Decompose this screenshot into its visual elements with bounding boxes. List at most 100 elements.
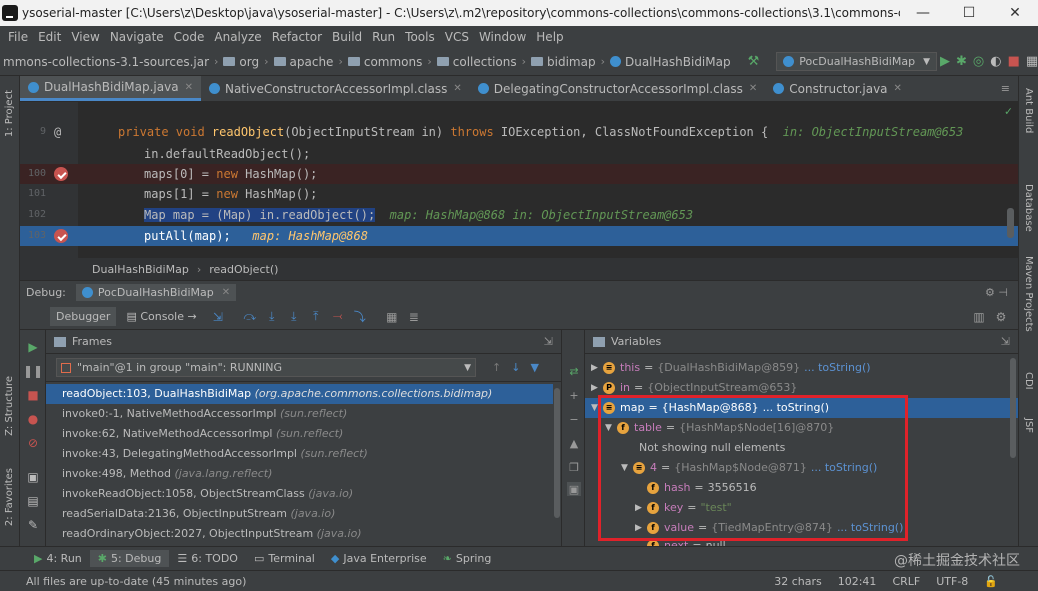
- add-icon[interactable]: +: [567, 388, 581, 402]
- nav-crumb-jar[interactable]: mmons-collections-3.1-sources.jar: [0, 55, 212, 69]
- debug-icon[interactable]: ✱: [956, 54, 967, 70]
- frame-item[interactable]: readObject:103, DualHashBidiMap (org.apa…: [46, 384, 553, 404]
- jsf-tool-tab[interactable]: JSF: [1023, 418, 1034, 433]
- variable-row[interactable]: f hash = 3556516: [647, 478, 757, 498]
- menu-build[interactable]: Build: [327, 30, 367, 44]
- debug-tool-tab[interactable]: ✱ 5: Debug: [89, 550, 170, 567]
- menu-refactor[interactable]: Refactor: [267, 30, 327, 44]
- menu-window[interactable]: Window: [474, 30, 531, 44]
- line-separator[interactable]: CRLF: [884, 575, 928, 588]
- trace-icon[interactable]: ≣: [407, 310, 421, 324]
- settings-icon[interactable]: ▤: [26, 494, 40, 508]
- debugger-subtab[interactable]: Debugger: [50, 307, 117, 326]
- spring-tool-tab[interactable]: ❧ Spring: [435, 550, 500, 567]
- drop-frame-icon[interactable]: ⤙: [331, 309, 345, 324]
- nav-crumb-bidimap[interactable]: bidimap: [528, 55, 599, 69]
- variable-row[interactable]: ▶ f key = "test": [635, 498, 732, 518]
- ant-build-tool-tab[interactable]: Ant Build: [1023, 88, 1034, 133]
- show-watches-icon[interactable]: ▣: [567, 482, 581, 496]
- debug-session-tab[interactable]: PocDualHashBidiMap ✕: [75, 284, 237, 301]
- stop-icon[interactable]: ■: [1008, 54, 1020, 70]
- maximize-button[interactable]: ☐: [946, 0, 992, 26]
- caret-position[interactable]: 102:41: [830, 575, 885, 588]
- pin-icon[interactable]: ✎: [26, 518, 40, 532]
- nav-crumb-collections[interactable]: collections: [434, 55, 520, 69]
- mute-breakpoints-icon[interactable]: ⊘: [26, 436, 40, 450]
- profile-icon[interactable]: ◐: [990, 54, 1001, 70]
- favorites-tool-tab[interactable]: 2: Favorites: [4, 468, 15, 526]
- frame-item[interactable]: invoke:62, NativeMethodAccessorImpl (sun…: [46, 424, 553, 444]
- menu-tools[interactable]: Tools: [400, 30, 440, 44]
- scrollbar-thumb[interactable]: [1010, 358, 1016, 458]
- menu-vcs[interactable]: VCS: [440, 30, 474, 44]
- lock-icon[interactable]: 🔓: [976, 575, 1038, 588]
- code-line[interactable]: 101 maps[1] = new HashMap();: [20, 184, 1018, 204]
- variable-row[interactable]: ▶ f value = {TiedMapEntry@874} ... toString…: [635, 518, 903, 538]
- expand-arrow-icon[interactable]: ▶: [591, 358, 603, 378]
- variable-row[interactable]: ▶ P in = {ObjectInputStream@653}: [591, 378, 797, 398]
- run-to-cursor-icon[interactable]: ⤵: [353, 310, 367, 324]
- frame-item[interactable]: readOrdinaryObject:2027, ObjectInputStre…: [46, 524, 553, 544]
- frame-item[interactable]: invoke:43, DelegatingMethodAccessorImpl …: [46, 444, 553, 464]
- menu-code[interactable]: Code: [169, 30, 210, 44]
- coverage-icon[interactable]: ◎: [973, 54, 984, 70]
- get-thread-dump-icon[interactable]: ▣: [26, 470, 40, 484]
- menu-navigate[interactable]: Navigate: [105, 30, 169, 44]
- close-icon[interactable]: ✕: [222, 287, 230, 298]
- menu-run[interactable]: Run: [367, 30, 400, 44]
- cdi-tool-tab[interactable]: CDI: [1023, 372, 1034, 390]
- new-watch-icon[interactable]: ⇄: [567, 364, 581, 378]
- run-icon[interactable]: ▶: [940, 54, 950, 70]
- project-structure-icon[interactable]: ▦: [1026, 54, 1038, 70]
- expand-arrow-icon[interactable]: ▶: [635, 498, 647, 518]
- variable-row[interactable]: ▼ f table = {HashMap$Node[16]@870}: [605, 418, 834, 438]
- view-breakpoints-icon[interactable]: ●: [26, 412, 40, 426]
- editor-tab-delegatingconstructor[interactable]: DelegatingConstructorAccessorImpl.class …: [470, 76, 766, 101]
- code-editor[interactable]: 9 @ private void readObject(ObjectInputS…: [20, 102, 1018, 258]
- maven-projects-tool-tab[interactable]: Maven Projects: [1023, 256, 1034, 332]
- resume-icon[interactable]: ▶: [26, 340, 40, 354]
- breakpoint-icon[interactable]: [54, 229, 68, 243]
- nav-crumb-org[interactable]: org: [220, 55, 262, 69]
- override-marker-icon[interactable]: @: [54, 122, 61, 142]
- gear-icon[interactable]: ⚙ ⊣: [985, 286, 1008, 299]
- to-string-link[interactable]: ... toString(): [763, 398, 829, 418]
- collapse-arrow-icon[interactable]: ▼: [621, 458, 633, 478]
- restore-layout-icon[interactable]: ▥: [972, 310, 986, 324]
- close-button[interactable]: ✕: [992, 0, 1038, 26]
- remove-icon[interactable]: −: [567, 412, 581, 426]
- tab-list-icon[interactable]: ≡: [1001, 82, 1010, 95]
- code-line[interactable]: 9 @ private void readObject(ObjectInputS…: [20, 122, 1018, 142]
- editor-tab-constructor[interactable]: Constructor.java ✕: [765, 76, 910, 101]
- breakpoint-icon[interactable]: [54, 167, 68, 181]
- frame-item[interactable]: readSerialData:2136, ObjectInputStream (…: [46, 504, 553, 524]
- todo-tool-tab[interactable]: ☰ 6: TODO: [169, 550, 246, 567]
- frame-item[interactable]: invoke0:-1, NativeMethodAccessorImpl (su…: [46, 404, 553, 424]
- variable-row[interactable]: f next = null: [647, 536, 726, 546]
- code-line[interactable]: 102 Map map = (Map) in.readObject(); map…: [20, 205, 1018, 225]
- menu-file[interactable]: File: [3, 30, 33, 44]
- close-icon[interactable]: ✕: [453, 83, 461, 94]
- step-out-icon[interactable]: ⤒: [309, 309, 323, 324]
- structure-tool-tab[interactable]: Z: Structure: [4, 376, 15, 436]
- pin-panel-icon[interactable]: ⇲: [1001, 335, 1010, 348]
- run-configuration-select[interactable]: PocDualHashBidiMap ▼: [776, 52, 937, 71]
- arrow-up-icon[interactable]: ↑: [492, 361, 501, 374]
- expand-arrow-icon[interactable]: ▶: [635, 518, 647, 538]
- arrow-down-icon[interactable]: ↓: [511, 361, 520, 374]
- editor-tab-nativeconstructor[interactable]: NativeConstructorAccessorImpl.class ✕: [201, 76, 470, 101]
- nav-crumb-apache[interactable]: apache: [271, 55, 337, 69]
- step-into-icon[interactable]: ⤓: [265, 309, 279, 324]
- frame-item[interactable]: invoke:498, Method (java.lang.reflect): [46, 464, 553, 484]
- run-tool-tab[interactable]: ▶ 4: Run: [26, 550, 90, 567]
- close-icon[interactable]: ✕: [185, 82, 193, 93]
- code-line-breakpoint[interactable]: 100 maps[0] = new HashMap();: [20, 164, 1018, 184]
- variable-row-selected[interactable]: ▼ ≡ map = {HashMap@868} ... toString(): [585, 398, 1018, 418]
- pin-panel-icon[interactable]: ⇲: [544, 335, 553, 348]
- inspection-ok-icon[interactable]: ✓: [1005, 104, 1012, 118]
- variable-row[interactable]: ▶ ≡ this = {DualHashBidiMap@859}... toStri…: [591, 358, 871, 378]
- variables-scrollbar[interactable]: [1008, 354, 1018, 546]
- nav-crumb-class[interactable]: DualHashBidiMap: [607, 55, 734, 69]
- menu-analyze[interactable]: Analyze: [209, 30, 266, 44]
- to-string-link[interactable]: ... toString(): [804, 358, 870, 378]
